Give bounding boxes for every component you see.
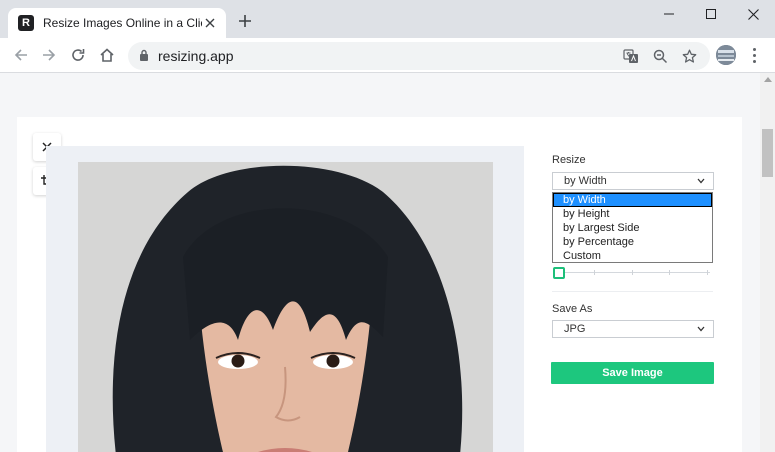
scroll-up-icon[interactable] [764,77,772,82]
resize-option-by-largest-side[interactable]: by Largest Side [553,221,712,235]
home-icon[interactable] [95,43,119,67]
site-favicon: R [18,15,34,31]
slider-tick [594,270,595,275]
slider-tick [632,270,633,275]
more-vert-icon[interactable] [746,44,762,66]
tab-title: Resize Images Online in a Click [43,16,202,30]
arrow-left-icon[interactable] [9,43,33,67]
preview-photo [78,162,493,452]
chevron-down-icon [697,326,705,332]
lock-icon[interactable] [139,49,149,65]
image-preview-frame [46,146,524,452]
zoom-icon[interactable] [650,46,670,66]
address-bar[interactable]: resizing.app [128,42,710,70]
browser-toolbar: resizing.app [0,38,775,73]
save-as-label: Save As [552,303,593,315]
window-close-icon[interactable] [732,0,774,28]
resize-selected-value: by Width [564,175,607,187]
new-tab-icon[interactable] [235,11,255,31]
url-text: resizing.app [158,48,234,64]
resize-label: Resize [552,154,586,166]
resize-dropdown-list: by Width by Height by Largest Side by Pe… [552,192,713,263]
maximize-icon[interactable] [690,0,732,28]
resize-option-by-percentage[interactable]: by Percentage [553,235,712,249]
editor-card: Resize by Width by Width by Height by La… [17,117,742,452]
page-viewport: Resize by Width by Width by Height by La… [0,73,760,452]
size-slider-track[interactable] [557,272,710,273]
resize-option-by-height[interactable]: by Height [553,207,712,221]
size-slider-handle[interactable] [553,267,565,279]
avatar[interactable] [716,45,736,65]
reload-icon[interactable] [66,43,90,67]
format-select[interactable]: JPG [552,320,714,338]
chevron-down-icon [697,178,705,184]
resize-select[interactable]: by Width [552,172,714,190]
scrollbar-thumb[interactable] [762,129,773,177]
star-icon[interactable] [679,46,699,66]
section-divider [552,291,713,292]
resize-option-by-width[interactable]: by Width [553,193,712,207]
minimize-icon[interactable] [648,0,690,28]
page-scrollbar[interactable] [760,73,775,452]
tab-strip: R Resize Images Online in a Click [0,0,775,38]
slider-tick [669,270,670,275]
resize-option-custom[interactable]: Custom [553,249,712,263]
translate-icon[interactable] [621,46,641,66]
arrow-right-icon[interactable] [37,43,61,67]
format-selected-value: JPG [564,323,586,335]
browser-tab[interactable]: R Resize Images Online in a Click [8,8,226,38]
slider-tick [707,270,708,275]
tab-close-icon[interactable] [202,15,218,31]
save-image-button[interactable]: Save Image [551,362,714,384]
